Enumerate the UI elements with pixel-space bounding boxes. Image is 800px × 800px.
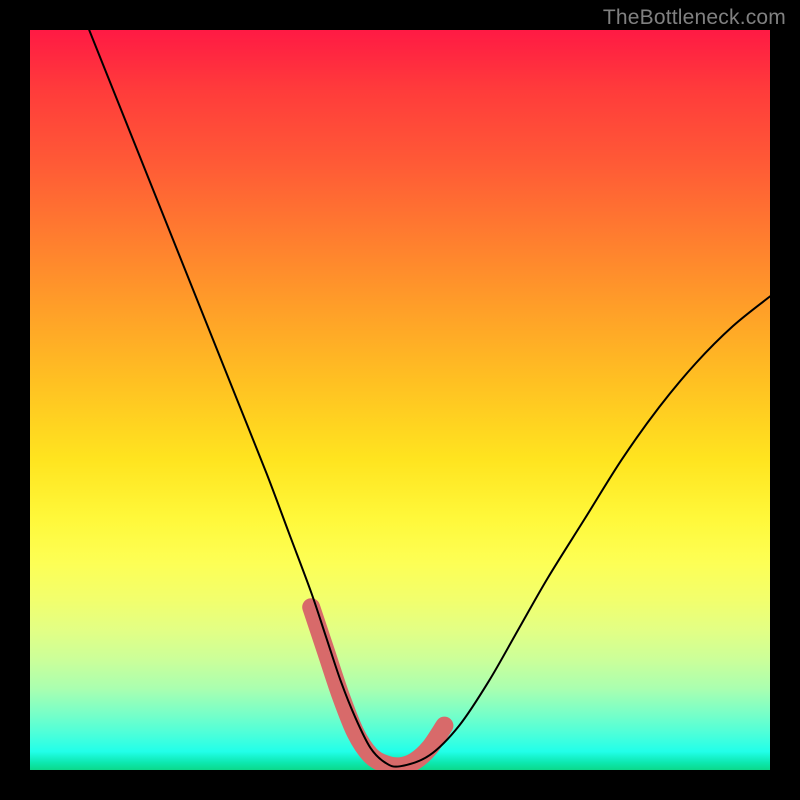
highlight-segment [311,607,444,766]
curve-overlay [30,30,770,770]
bottleneck-curve [89,30,770,767]
attribution-text: TheBottleneck.com [603,6,786,30]
chart-area [30,30,770,770]
